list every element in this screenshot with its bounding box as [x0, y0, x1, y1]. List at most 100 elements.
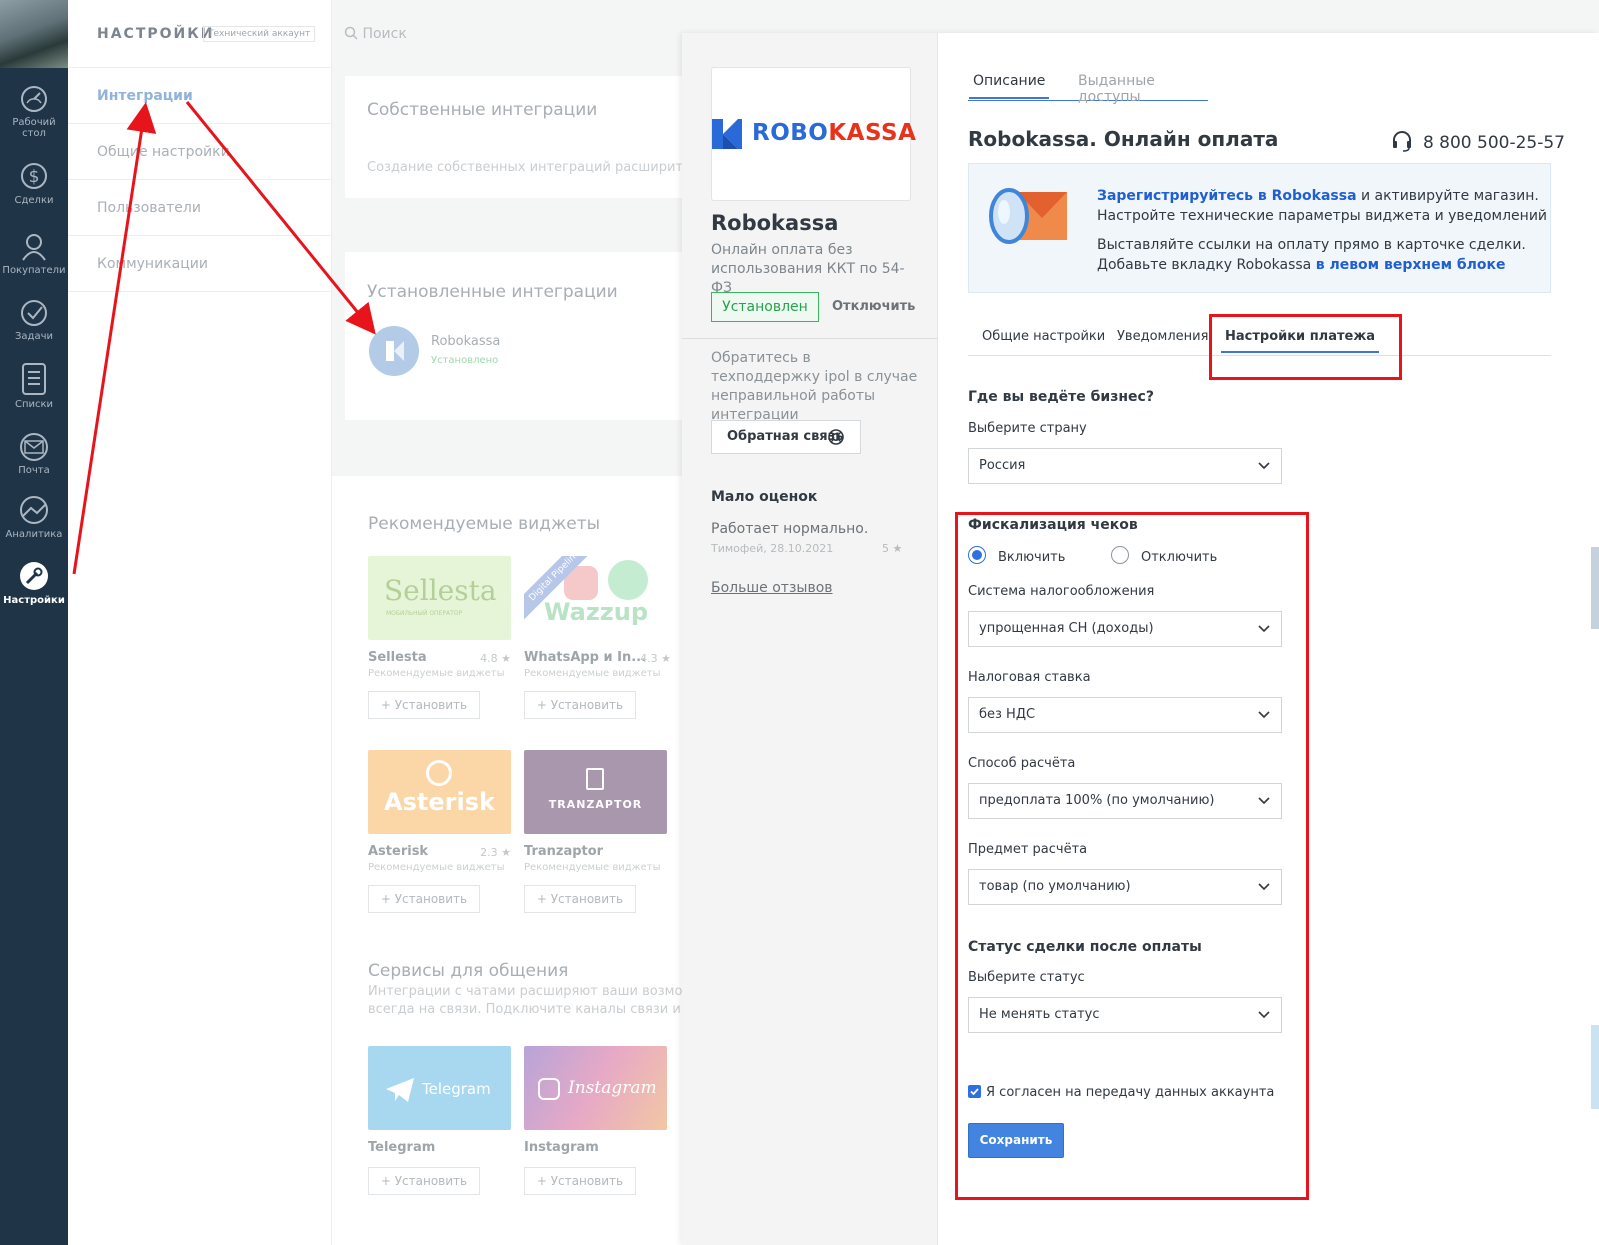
widget-name: Telegram — [368, 1140, 436, 1155]
whatsapp-icon — [608, 560, 648, 600]
widget-wazzup[interactable]: Wazzup Digital Pipeline WhatsApp и In...… — [524, 556, 671, 719]
nav-lists[interactable]: Списки — [0, 362, 68, 410]
wazzup-logo: Wazzup Digital Pipeline — [524, 556, 667, 640]
nav-label: Задачи — [15, 331, 53, 342]
review-text: Работает нормально. — [711, 521, 869, 537]
install-button[interactable]: + Установить — [368, 691, 480, 719]
widget-instagram[interactable]: Instagram Instagram + Установить — [524, 1046, 667, 1195]
subtab-general[interactable]: Общие настройки — [982, 329, 1105, 344]
integration-description: Онлайн оплата без использования ККТ по 5… — [711, 242, 905, 296]
telegram-icon — [386, 1078, 414, 1102]
search-icon — [344, 26, 358, 40]
lifebuoy-icon — [828, 429, 844, 445]
annotation-box-payment-tab — [1209, 314, 1402, 380]
installed-item-name[interactable]: Robokassa — [431, 334, 500, 349]
nav-label: Списки — [14, 399, 54, 410]
feedback-button[interactable]: Обратная связь — [711, 420, 861, 454]
asterisk-icon — [426, 760, 452, 786]
widget-telegram[interactable]: Telegram Telegram + Установить — [368, 1046, 511, 1195]
headset-icon — [1392, 131, 1411, 152]
search-placeholder: Поиск — [362, 26, 407, 42]
settings-menu-integrations[interactable]: Интеграции — [68, 68, 331, 124]
settings-menu-communications[interactable]: Коммуникации — [68, 236, 331, 292]
own-integrations-text: Создание собственных интеграций расширит… — [367, 160, 695, 175]
account-badge: Технический аккаунт — [203, 26, 316, 42]
nav-label: Сделки — [14, 195, 54, 206]
settings-menu-general[interactable]: Общие настройки — [68, 124, 331, 180]
widget-category: Рекомендуемые виджеты — [524, 862, 661, 873]
sellesta-logo: Sellesta МОБИЛЬНЫЙ ОПЕРАТОР — [368, 556, 511, 640]
installed-integrations-title: Установленные интеграции — [367, 282, 618, 302]
country-label: Выберите страну — [968, 421, 1087, 436]
widget-sellesta[interactable]: Sellesta МОБИЛЬНЫЙ ОПЕРАТОР Sellesta 4.8… — [368, 556, 511, 719]
instagram-logo: Instagram — [524, 1046, 667, 1130]
lens-envelope-icon — [989, 188, 1067, 244]
chevron-down-icon — [1258, 462, 1270, 470]
nav-customers[interactable]: Покупатели — [0, 230, 68, 276]
mail-icon — [20, 433, 48, 461]
recommended-title: Рекомендуемые виджеты — [368, 514, 601, 534]
account-avatar[interactable] — [0, 0, 68, 68]
more-reviews-link[interactable]: Больше отзывов — [711, 580, 833, 596]
widget-asterisk[interactable]: Asterisk Asterisk 2.3 ★ Рекомендуемые ви… — [368, 750, 511, 913]
nav-label: Почта — [18, 465, 50, 476]
tab-description[interactable]: Описание — [968, 73, 1050, 99]
installed-status-button[interactable]: Установлен — [711, 292, 819, 322]
widget-category: Рекомендуемые виджеты — [368, 668, 505, 679]
services-text: Интеграции с чатами расширяют ваши возмо — [368, 984, 683, 999]
feedback-label: Обратная связь — [727, 429, 844, 444]
support-phone: 8 800 500-25-57 — [1391, 130, 1565, 153]
widget-rating: 4.3 ★ — [640, 652, 671, 665]
nav-mail[interactable]: Почта — [0, 432, 68, 476]
review-author: Тимофей, 28.10.2021 — [711, 542, 834, 555]
install-button[interactable]: + Установить — [524, 1167, 636, 1195]
nav-tasks[interactable]: Задачи — [0, 298, 68, 342]
review-rating: 5 ★ — [882, 542, 903, 555]
install-button[interactable]: + Установить — [524, 691, 636, 719]
search-bar[interactable]: Поиск — [344, 0, 407, 68]
widget-rating: 2.3 ★ — [480, 846, 511, 859]
robokassa-small-logo[interactable] — [369, 326, 419, 376]
nav-label: Рабочий стол — [12, 117, 56, 139]
tab-access[interactable]: Выданные доступы — [1078, 73, 1208, 105]
customers-icon — [22, 234, 46, 261]
annotation-box-fiscal-section — [955, 512, 1309, 1200]
nav-deals[interactable]: $ Сделки — [0, 160, 68, 206]
reviews-title: Мало оценок — [711, 489, 818, 505]
nav-label: Настройки — [3, 595, 65, 606]
services-text-2: всегда на связи. Подключите каналы связи… — [368, 1002, 693, 1017]
nav-label: Аналитика — [5, 529, 63, 540]
installed-integrations-card: Установленные интеграции Robokassa Устан… — [345, 252, 685, 420]
info-banner: Зарегистрируйтесь в Robokassa и активиру… — [968, 163, 1551, 293]
tranzaptor-logo: TRANZAPTOR — [524, 750, 667, 834]
widget-name: Tranzaptor — [524, 844, 604, 859]
install-button[interactable]: + Установить — [368, 885, 480, 913]
settings-icon — [20, 562, 48, 590]
integration-name: Robokassa — [711, 211, 839, 235]
disable-link[interactable]: Отключить — [832, 299, 915, 314]
services-title: Сервисы для общения — [368, 961, 569, 981]
install-button[interactable]: + Установить — [368, 1167, 480, 1195]
settings-menu-users[interactable]: Пользователи — [68, 180, 331, 236]
deals-icon: $ — [21, 163, 47, 189]
widget-name: Instagram — [524, 1140, 599, 1155]
nav-analytics[interactable]: Аналитика — [0, 494, 68, 540]
dashboard-icon — [21, 86, 47, 112]
nav-label: Покупатели — [2, 265, 66, 276]
nav-dashboard[interactable]: Рабочий стол — [0, 84, 68, 139]
widget-tranzaptor[interactable]: TRANZAPTOR Tranzaptor Рекомендуемые видж… — [524, 750, 667, 913]
widget-category: Рекомендуемые виджеты — [368, 862, 505, 873]
own-integrations-title: Собственные интеграции — [367, 100, 598, 120]
nav-settings[interactable]: Настройки — [0, 560, 68, 606]
subtab-notifications[interactable]: Уведомления — [1117, 329, 1208, 344]
svg-text:$: $ — [29, 167, 40, 187]
left-block-link[interactable]: в левом верхнем блоке — [1316, 257, 1506, 273]
register-link[interactable]: Зарегистрируйтесь в Robokassa — [1097, 188, 1357, 204]
settings-title: НАСТРОЙКИ — [97, 26, 215, 42]
widget-category: Рекомендуемые виджеты — [524, 668, 661, 679]
install-button[interactable]: + Установить — [524, 885, 636, 913]
robokassa-logo-icon — [386, 341, 404, 361]
modal-title: Robokassa. Онлайн оплата — [968, 127, 1279, 151]
country-select[interactable]: Россия — [968, 448, 1282, 484]
widget-rating: 4.8 ★ — [480, 652, 511, 665]
